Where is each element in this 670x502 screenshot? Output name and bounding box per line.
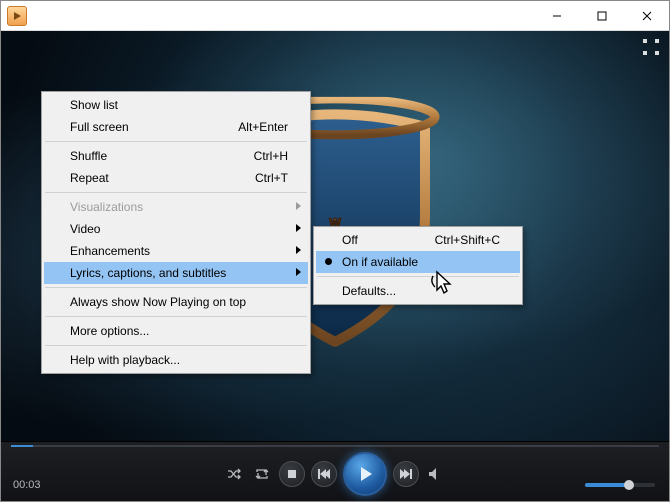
menu-show-list[interactable]: Show list — [44, 94, 308, 116]
elapsed-time: 00:03 — [13, 479, 41, 491]
volume-track[interactable] — [585, 483, 655, 487]
volume-thumb[interactable] — [624, 480, 634, 490]
stop-button[interactable] — [279, 461, 305, 487]
menu-separator — [317, 276, 519, 277]
submenu-defaults[interactable]: Defaults... — [316, 280, 520, 302]
menu-visualizations: Visualizations — [44, 196, 308, 218]
menu-label: Video — [70, 222, 100, 236]
menu-help-playback[interactable]: Help with playback... — [44, 349, 308, 371]
menu-full-screen[interactable]: Full screen Alt+Enter — [44, 116, 308, 138]
shuffle-button[interactable] — [223, 463, 245, 485]
media-player-window: W B 00:03 Sho — [0, 0, 670, 502]
menu-separator — [45, 141, 307, 142]
submenu-arrow-icon — [294, 266, 302, 281]
volume-control[interactable] — [585, 483, 655, 487]
menu-label: On if available — [342, 255, 418, 269]
menu-shuffle[interactable]: Shuffle Ctrl+H — [44, 145, 308, 167]
menu-label: Full screen — [70, 120, 129, 134]
menu-shortcut: Ctrl+T — [225, 171, 288, 185]
transport-controls — [223, 452, 447, 496]
menu-label: Always show Now Playing on top — [70, 295, 246, 309]
menu-shortcut: Ctrl+Shift+C — [405, 233, 500, 247]
menu-label: Visualizations — [70, 200, 143, 214]
playback-controls: 00:03 — [1, 441, 669, 501]
menu-label: Repeat — [70, 171, 109, 185]
menu-video[interactable]: Video — [44, 218, 308, 240]
volume-fill — [585, 483, 626, 487]
previous-button[interactable] — [311, 461, 337, 487]
titlebar — [1, 1, 669, 31]
play-button[interactable] — [343, 452, 387, 496]
menu-label: Defaults... — [342, 284, 396, 298]
next-button[interactable] — [393, 461, 419, 487]
menu-separator — [45, 192, 307, 193]
mute-button[interactable] — [425, 463, 447, 485]
app-icon — [7, 6, 27, 26]
submenu-arrow-icon — [294, 244, 302, 259]
switch-view-icon[interactable] — [643, 39, 659, 58]
context-menu: Show list Full screen Alt+Enter Shuffle Ct… — [41, 91, 311, 374]
subtitles-submenu: Off Ctrl+Shift+C On if available Defaults… — [313, 226, 523, 305]
menu-label: Shuffle — [70, 149, 107, 163]
menu-more-options[interactable]: More options... — [44, 320, 308, 342]
menu-label: Enhancements — [70, 244, 150, 258]
seek-progress — [11, 445, 33, 447]
menu-lyrics-captions-subtitles[interactable]: Lyrics, captions, and subtitles — [44, 262, 308, 284]
submenu-on-if-available[interactable]: On if available — [316, 251, 520, 273]
repeat-button[interactable] — [251, 463, 273, 485]
menu-label: Show list — [70, 98, 118, 112]
menu-label: More options... — [70, 324, 149, 338]
radio-selected-icon — [325, 258, 332, 265]
menu-label: Off — [342, 233, 358, 247]
submenu-arrow-icon — [294, 222, 302, 237]
menu-shortcut: Ctrl+H — [224, 149, 288, 163]
maximize-button[interactable] — [579, 1, 624, 30]
menu-label: Lyrics, captions, and subtitles — [70, 266, 226, 280]
menu-separator — [45, 345, 307, 346]
close-button[interactable] — [624, 1, 669, 30]
submenu-arrow-icon — [294, 200, 302, 215]
seek-bar[interactable] — [1, 442, 669, 450]
menu-always-on-top[interactable]: Always show Now Playing on top — [44, 291, 308, 313]
seek-track — [11, 445, 659, 447]
minimize-button[interactable] — [534, 1, 579, 30]
submenu-off[interactable]: Off Ctrl+Shift+C — [316, 229, 520, 251]
menu-separator — [45, 316, 307, 317]
menu-repeat[interactable]: Repeat Ctrl+T — [44, 167, 308, 189]
menu-enhancements[interactable]: Enhancements — [44, 240, 308, 262]
menu-shortcut: Alt+Enter — [208, 120, 288, 134]
menu-separator — [45, 287, 307, 288]
menu-label: Help with playback... — [70, 353, 180, 367]
